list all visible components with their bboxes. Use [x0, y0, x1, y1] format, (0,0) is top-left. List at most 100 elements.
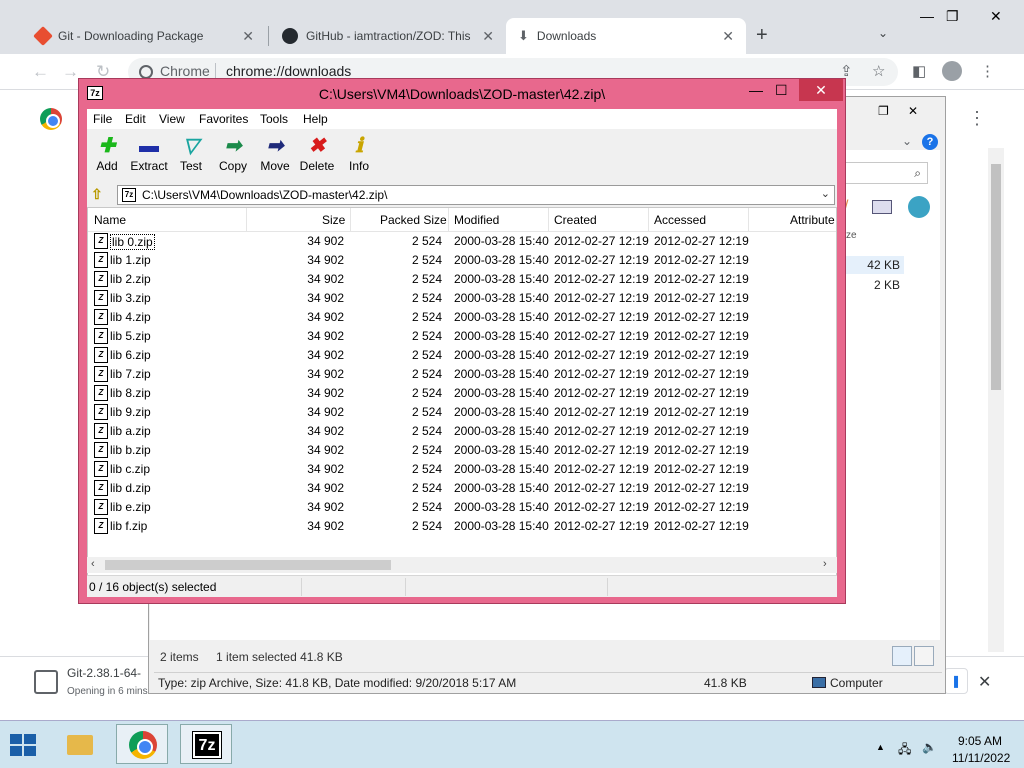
file-row[interactable]: Zlib 8.zip 34 902 2 524 2000-03-28 15:40 201… [88, 384, 836, 403]
new-tab-button[interactable]: + [756, 24, 768, 47]
network-icon[interactable]: 🖧 [898, 740, 911, 761]
menu-help[interactable]: Help [303, 112, 328, 126]
side-panel-icon[interactable]: ◧ [912, 62, 926, 80]
column-created[interactable]: Created [554, 213, 597, 227]
large-icons-view-icon[interactable] [914, 646, 934, 666]
file-name: lib 9.zip [110, 405, 151, 419]
taskbar-file-explorer[interactable] [52, 724, 104, 764]
scroll-left-icon[interactable]: ‹ [91, 558, 95, 570]
file-row[interactable]: Zlib c.zip 34 902 2 524 2000-03-28 15:40 201… [88, 460, 836, 479]
clock-time[interactable]: 9:05 AM [958, 734, 1002, 748]
shelf-file-name[interactable]: Git-2.38.1-64- [67, 666, 141, 680]
menu-favorites[interactable]: Favorites [199, 112, 248, 126]
column-size[interactable]: Size [322, 213, 345, 227]
chevron-down-icon[interactable]: ⌄ [821, 187, 830, 200]
test-button[interactable]: ▽ Test [171, 135, 211, 173]
explorer-close-icon[interactable]: ✕ [908, 104, 918, 118]
profile-avatar[interactable] [942, 61, 962, 81]
taskbar-chrome[interactable] [116, 724, 168, 764]
file-accessed: 2012-02-27 12:19 [654, 424, 749, 438]
menu-view[interactable]: View [159, 112, 185, 126]
tab-downloads[interactable]: ⬇ Downloads ✕ [506, 18, 746, 54]
close-tab-icon[interactable]: ✕ [242, 28, 254, 45]
column-accessed[interactable]: Accessed [654, 213, 706, 227]
file-row[interactable]: Zlib 2.zip 34 902 2 524 2000-03-28 15:40 201… [88, 270, 836, 289]
path-text[interactable]: C:\Users\VM4\Downloads\ZOD-master\42.zip… [142, 188, 387, 202]
file-row[interactable]: Zlib 4.zip 34 902 2 524 2000-03-28 15:40 201… [88, 308, 836, 327]
file-row[interactable]: Zlib 9.zip 34 902 2 524 2000-03-28 15:40 201… [88, 403, 836, 422]
start-button[interactable] [10, 734, 38, 758]
copy-button[interactable]: ➡ Copy [213, 135, 253, 173]
column-attribute[interactable]: Attribute [790, 213, 835, 227]
column-divider[interactable] [448, 208, 449, 232]
file-row[interactable]: Zlib 5.zip 34 902 2 524 2000-03-28 15:40 201… [88, 327, 836, 346]
column-packed-size[interactable]: Packed Size [380, 213, 447, 227]
column-name[interactable]: Name [94, 213, 126, 227]
file-row[interactable]: Zlib 6.zip 34 902 2 524 2000-03-28 15:40 201… [88, 346, 836, 365]
close-tab-icon[interactable]: ✕ [482, 28, 494, 45]
details-view-icon[interactable] [892, 646, 912, 666]
extract-button[interactable]: ▬ Extract [129, 135, 169, 173]
sevenzip-title-bar[interactable]: 7z C:\Users\VM4\Downloads\ZOD-master\42.… [79, 79, 845, 107]
help-icon[interactable]: ? [922, 134, 938, 150]
bookmark-star-icon[interactable]: ☆ [872, 62, 885, 80]
file-row[interactable]: Zlib a.zip 34 902 2 524 2000-03-28 15:40 201… [88, 422, 836, 441]
forward-arrow-icon[interactable]: → [62, 62, 79, 82]
delete-button[interactable]: ✖ Delete [297, 135, 337, 173]
globe-icon[interactable] [908, 196, 930, 218]
file-accessed: 2012-02-27 12:19 [654, 519, 749, 533]
drive-icon[interactable] [872, 200, 892, 214]
menu-file[interactable]: File [93, 112, 112, 126]
minimize-button[interactable]: — [749, 82, 763, 98]
move-button[interactable]: ➡ Move [255, 135, 295, 173]
chrome-restore-button[interactable]: ❐ [946, 8, 959, 25]
column-divider[interactable] [748, 208, 749, 232]
up-folder-icon[interactable]: ⇧ [91, 186, 103, 203]
back-arrow-icon[interactable]: ← [32, 62, 49, 82]
file-row[interactable]: Zlib e.zip 34 902 2 524 2000-03-28 15:40 201… [88, 498, 836, 517]
menu-edit[interactable]: Edit [125, 112, 146, 126]
close-tab-icon[interactable]: ✕ [722, 28, 734, 45]
add-button[interactable]: ✚ Add [87, 135, 127, 173]
column-divider[interactable] [350, 208, 351, 232]
file-row[interactable]: Zlib f.zip 34 902 2 524 2000-03-28 15:40 201… [88, 517, 836, 536]
page-scrollbar-thumb[interactable] [991, 164, 1001, 390]
close-button[interactable]: ✕ [799, 79, 843, 101]
downloads-more-icon[interactable]: ⋮ [968, 108, 986, 129]
info-button[interactable]: ℹ Info [339, 135, 379, 173]
path-combobox[interactable]: 7z C:\Users\VM4\Downloads\ZOD-master\42.… [117, 185, 835, 205]
file-row[interactable]: Zlib 3.zip 34 902 2 524 2000-03-28 15:40 201… [88, 289, 836, 308]
show-all-button[interactable]: ❚ [944, 668, 968, 694]
chrome-menu-icon[interactable]: ⋮ [980, 62, 995, 80]
file-row[interactable]: Zlib 7.zip 34 902 2 524 2000-03-28 15:40 201… [88, 365, 836, 384]
size-column-header[interactable]: ze [846, 230, 857, 241]
chrome-minimize-button[interactable]: — [920, 8, 934, 24]
url-text[interactable]: chrome://downloads [226, 63, 351, 79]
horizontal-scrollbar[interactable]: ‹ › [87, 557, 837, 573]
column-divider[interactable] [548, 208, 549, 232]
tab-search-chevron-icon[interactable]: ⌄ [878, 26, 888, 40]
maximize-button[interactable]: ☐ [775, 82, 788, 99]
taskbar-7zip[interactable]: 7z [180, 724, 232, 764]
file-row[interactable]: Zlib b.zip 34 902 2 524 2000-03-28 15:40 201… [88, 441, 836, 460]
tab-git-download[interactable]: Git - Downloading Package ✕ [24, 18, 266, 54]
clock-date[interactable]: 11/11/2022 [952, 751, 1010, 765]
explorer-maximize-icon[interactable]: ❐ [878, 104, 889, 118]
horizontal-scrollbar-thumb[interactable] [105, 560, 391, 570]
scroll-right-icon[interactable]: › [823, 558, 827, 570]
file-row[interactable]: Zlib d.zip 34 902 2 524 2000-03-28 15:40 201… [88, 479, 836, 498]
column-divider[interactable] [246, 208, 247, 232]
close-shelf-icon[interactable]: ✕ [978, 672, 991, 692]
explorer-ribbon-chevron-icon[interactable]: ⌄ [902, 134, 912, 148]
file-size: 34 902 [307, 329, 344, 343]
file-row[interactable]: Zlib 0.zip 34 902 2 524 2000-03-28 15:40 201… [88, 232, 836, 251]
file-row[interactable]: Zlib 1.zip 34 902 2 524 2000-03-28 15:40 201… [88, 251, 836, 270]
show-hidden-icons-icon[interactable]: ▲ [876, 742, 885, 752]
column-modified[interactable]: Modified [454, 213, 499, 227]
volume-icon[interactable]: 🔈 [922, 740, 937, 754]
tab-github-zod[interactable]: GitHub - iamtraction/ZOD: This i ✕ [270, 18, 506, 54]
explorer-search-input[interactable]: ⌕ [840, 162, 928, 184]
column-divider[interactable] [648, 208, 649, 232]
chrome-close-button[interactable]: ✕ [990, 8, 1002, 25]
menu-tools[interactable]: Tools [260, 112, 288, 126]
